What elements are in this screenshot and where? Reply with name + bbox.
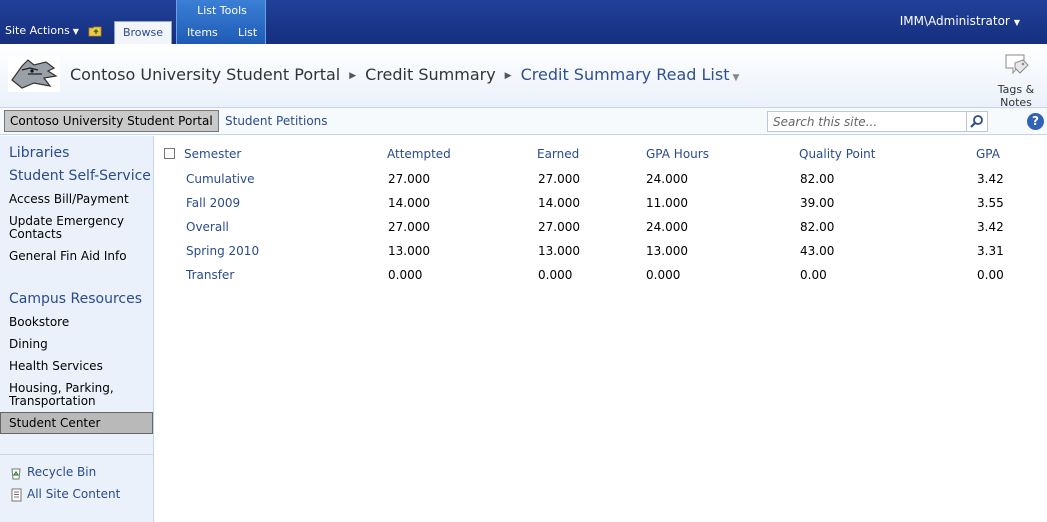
table-row-semester-link[interactable]: Cumulative — [186, 172, 255, 186]
list-tools-label: List Tools — [197, 4, 247, 17]
select-all-checkbox[interactable] — [164, 148, 175, 159]
chevron-right-icon: ▶ — [349, 71, 357, 81]
table-cell: 3.42 — [977, 220, 1004, 234]
recycle-bin-icon — [11, 468, 21, 479]
table-cell: 82.00 — [800, 220, 835, 234]
table-cell: 24.000 — [646, 220, 688, 234]
tab-items[interactable]: Items — [187, 26, 218, 39]
chevron-down-icon[interactable]: ▼ — [732, 73, 739, 83]
search-icon — [970, 115, 983, 128]
nav-bookstore[interactable]: Bookstore — [9, 316, 149, 329]
nav-access-bill-payment[interactable]: Access Bill/Payment — [9, 193, 149, 206]
site-logo[interactable] — [8, 56, 60, 92]
breadcrumb-page[interactable]: Credit Summary — [365, 65, 496, 84]
search-input[interactable] — [767, 111, 967, 132]
column-header-semester[interactable]: Semester — [184, 147, 241, 161]
table-cell: 39.00 — [800, 196, 835, 210]
nav-divider — [0, 454, 153, 455]
table-cell: 82.00 — [800, 172, 835, 186]
tags-notes-button[interactable]: Tags & Notes — [994, 52, 1038, 109]
topnav-home[interactable]: Contoso University Student Portal — [4, 110, 219, 132]
table-cell: 0.00 — [800, 268, 827, 282]
tags-notes-icon — [1005, 54, 1029, 75]
search-button[interactable] — [966, 111, 988, 132]
quick-launch: Libraries Student Self-Service Access Bi… — [0, 136, 154, 522]
table-row-semester-link[interactable]: Transfer — [186, 268, 234, 282]
table-cell: 13.000 — [388, 244, 430, 258]
table-cell: 27.000 — [388, 172, 430, 186]
site-actions-label: Site Actions — [5, 24, 70, 37]
column-header-gpa-hours[interactable]: GPA Hours — [646, 147, 709, 161]
chevron-down-icon: ▼ — [1013, 18, 1020, 27]
nav-all-site-content[interactable]: All Site Content — [9, 487, 120, 502]
table-cell: 13.000 — [646, 244, 688, 258]
nav-student-self-service[interactable]: Student Self-Service — [9, 168, 151, 184]
column-header-attempted[interactable]: Attempted — [387, 147, 451, 161]
chevron-down-icon: ▼ — [72, 27, 79, 36]
help-icon[interactable]: ? — [1027, 113, 1044, 130]
nav-libraries[interactable]: Libraries — [9, 145, 69, 161]
table-row-semester-link[interactable]: Fall 2009 — [186, 196, 240, 210]
table-cell: 0.00 — [977, 268, 1004, 282]
list-tools-group: List Tools Items List — [176, 0, 266, 44]
table-cell: 27.000 — [538, 172, 580, 186]
table-row-semester-link[interactable]: Spring 2010 — [186, 244, 259, 258]
tags-notes-label-1: Tags & — [997, 83, 1035, 96]
user-name: IMM\Administrator — [899, 14, 1010, 28]
user-menu[interactable]: IMM\Administrator ▼ — [900, 14, 1020, 28]
site-actions-menu[interactable]: Site Actions ▼ — [5, 24, 79, 37]
nav-recycle-bin[interactable]: Recycle Bin — [9, 465, 96, 480]
column-header-earned[interactable]: Earned — [537, 147, 579, 161]
table-cell: 3.42 — [977, 172, 1004, 186]
nav-student-center[interactable]: Student Center — [0, 412, 153, 434]
chevron-right-icon: ▶ — [504, 71, 512, 81]
nav-housing-parking-transportation[interactable]: Housing, Parking, Transportation — [9, 382, 129, 408]
all-site-content-icon — [11, 488, 22, 501]
table-cell: 14.000 — [538, 196, 580, 210]
table-cell: 0.000 — [388, 268, 423, 282]
breadcrumb-site[interactable]: Contoso University Student Portal — [70, 65, 340, 84]
column-header-quality-point[interactable]: Quality Point — [799, 147, 876, 161]
nav-dining[interactable]: Dining — [9, 338, 149, 351]
title-area: Contoso University Student Portal ▶ Credit… — [0, 44, 1047, 109]
table-cell: 3.55 — [977, 196, 1004, 210]
table-cell: 24.000 — [646, 172, 688, 186]
tab-list[interactable]: List — [238, 26, 257, 39]
table-cell: 0.000 — [538, 268, 573, 282]
nav-update-emergency-contacts[interactable]: Update Emergency Contacts — [9, 215, 149, 241]
breadcrumb: Contoso University Student Portal ▶ Credit… — [70, 65, 739, 84]
ribbon: Site Actions ▼ Browse List Tools Items Li… — [0, 0, 1047, 44]
nav-general-fin-aid-info[interactable]: General Fin Aid Info — [9, 250, 149, 263]
breadcrumb-current[interactable]: Credit Summary Read List — [521, 65, 730, 84]
recycle-bin-label: Recycle Bin — [27, 465, 97, 479]
table-cell: 27.000 — [538, 220, 580, 234]
nav-campus-resources[interactable]: Campus Resources — [9, 291, 142, 307]
table-cell: 13.000 — [538, 244, 580, 258]
table-cell: 3.31 — [977, 244, 1004, 258]
navigate-up-icon[interactable] — [88, 25, 103, 37]
table-cell: 0.000 — [646, 268, 681, 282]
tab-browse[interactable]: Browse — [114, 21, 172, 44]
table-row-semester-link[interactable]: Overall — [186, 220, 229, 234]
table-cell: 43.00 — [800, 244, 835, 258]
topnav-student-petitions[interactable]: Student Petitions — [225, 114, 328, 128]
table-cell: 14.000 — [388, 196, 430, 210]
table-cell: 27.000 — [388, 220, 430, 234]
nav-health-services[interactable]: Health Services — [9, 360, 149, 373]
table-cell: 11.000 — [646, 196, 688, 210]
column-header-gpa[interactable]: GPA — [976, 147, 1000, 161]
all-site-content-label: All Site Content — [27, 487, 121, 501]
